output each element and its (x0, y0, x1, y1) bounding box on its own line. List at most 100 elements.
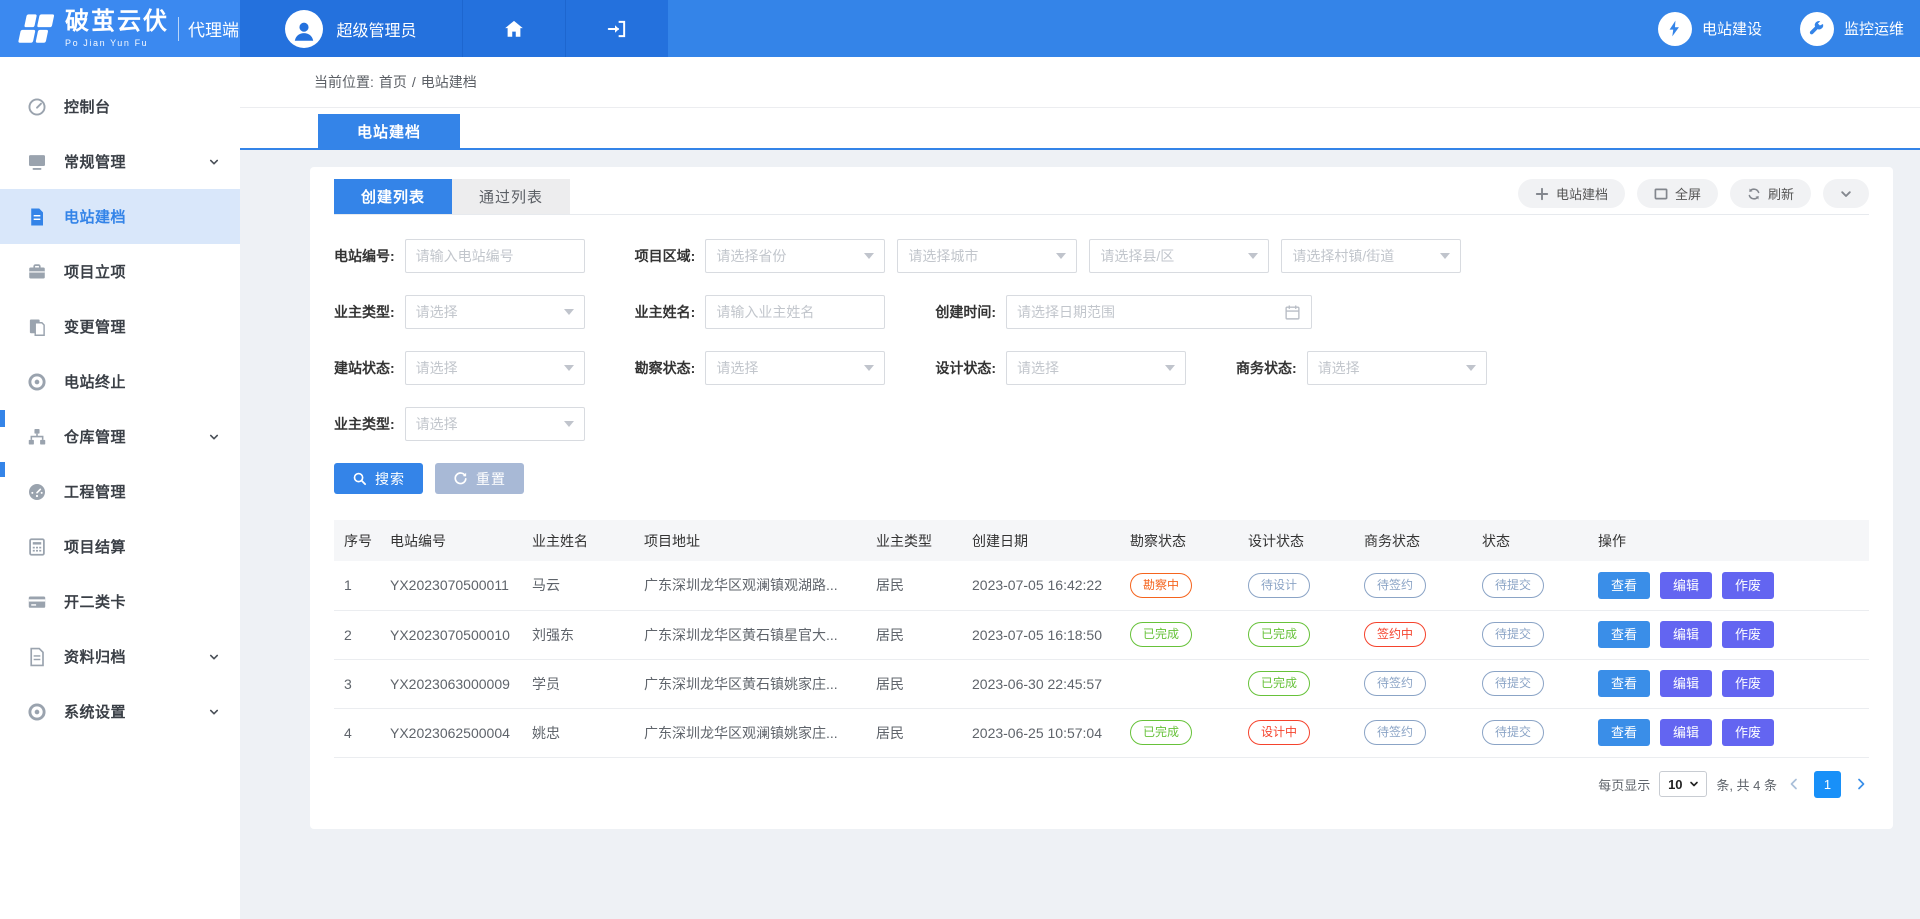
column-header: 勘察状态 (1122, 520, 1240, 561)
business-status-select[interactable]: 请选择 (1307, 351, 1487, 385)
cell-actions: 查看编辑作废 (1590, 610, 1869, 659)
breadcrumb-separator: / (412, 74, 416, 90)
sidebar-item-type2-card[interactable]: 开二类卡 (0, 574, 240, 629)
status-pill: 已完成 (1248, 622, 1310, 647)
status-pill: 待设计 (1248, 573, 1310, 598)
header-nav-label: 电站建设 (1702, 18, 1762, 39)
cell-status: 待提交 (1474, 610, 1590, 659)
page-tab-station-filing[interactable]: 电站建档 (318, 114, 460, 148)
sidebar-item-general-management[interactable]: 常规管理 (0, 134, 240, 189)
home-button[interactable] (462, 0, 565, 57)
owner-type-2-select[interactable]: 请选择 (405, 407, 585, 441)
refresh-button[interactable]: 刷新 (1730, 179, 1811, 208)
filter-group-owner-type-2: 业主类型:请选择 (334, 407, 585, 441)
region-province-select[interactable]: 请选择省份 (705, 239, 885, 273)
sidebar-scroll-indicator[interactable] (0, 462, 5, 477)
placeholder-text: 请选择 (716, 358, 856, 378)
view-button[interactable]: 查看 (1598, 719, 1650, 746)
lightning-icon (1658, 12, 1692, 46)
search-button[interactable]: 搜索 (334, 463, 423, 494)
void-button[interactable]: 作废 (1722, 719, 1774, 746)
edit-button[interactable]: 编辑 (1660, 670, 1712, 697)
view-button[interactable]: 查看 (1598, 572, 1650, 599)
status-pill: 待签约 (1364, 573, 1426, 598)
collapse-button[interactable] (1823, 179, 1869, 208)
logo-text: 破茧云伏 Po Jian Yun Fu (65, 10, 169, 48)
logout-button[interactable] (565, 0, 668, 57)
per-page-select[interactable]: 10 (1659, 771, 1707, 797)
table-row: 2YX2023070500010刘强东广东深圳龙华区黄石镇星官大...居民202… (334, 610, 1869, 659)
page-number-current[interactable]: 1 (1814, 771, 1841, 798)
sidebar-item-engineering-management[interactable]: 工程管理 (0, 464, 240, 519)
next-page-button[interactable] (1853, 776, 1869, 792)
void-button[interactable]: 作废 (1722, 670, 1774, 697)
edit-button[interactable]: 编辑 (1660, 621, 1712, 648)
region-county-select[interactable]: 请选择县/区 (1089, 239, 1269, 273)
sidebar-item-warehouse-management[interactable]: 仓库管理 (0, 409, 240, 464)
sidebar-item-console[interactable]: 控制台 (0, 79, 240, 134)
region-city-select[interactable]: 请选择城市 (897, 239, 1077, 273)
cell-survey-status: 勘察中 (1122, 561, 1240, 610)
sidebar-scroll-indicator[interactable] (0, 410, 5, 427)
chevron-down-icon (1839, 187, 1853, 201)
sidebar-item-project-settlement[interactable]: 项目结算 (0, 519, 240, 574)
void-button[interactable]: 作废 (1722, 572, 1774, 599)
reset-button[interactable]: 重置 (435, 463, 524, 494)
create-time-date-input[interactable]: 请选择日期范围 (1006, 295, 1312, 329)
calendar-icon (1284, 304, 1301, 321)
header-nav-monitoring-ops[interactable]: 监控运维 (1800, 12, 1904, 46)
fullscreen-button[interactable]: 全屏 (1637, 179, 1718, 208)
sidebar-item-system-settings[interactable]: 系统设置 (0, 684, 240, 739)
logo[interactable]: 破茧云伏 Po Jian Yun Fu 代理端 (0, 0, 240, 57)
cell-actions: 查看编辑作废 (1590, 561, 1869, 610)
prev-page-button[interactable] (1786, 776, 1802, 792)
status-pill: 待提交 (1482, 622, 1544, 647)
cell-station-no: YX2023070500010 (382, 610, 524, 659)
sidebar-item-change-management[interactable]: 变更管理 (0, 299, 240, 354)
sidebar-item-data-archiving[interactable]: 资料归档 (0, 629, 240, 684)
cell-address: 广东深圳龙华区黄石镇姚家庄... (636, 659, 868, 708)
survey-status-select[interactable]: 请选择 (705, 351, 885, 385)
placeholder-text: 请选择城市 (908, 246, 1048, 266)
breadcrumb-home[interactable]: 首页 (379, 72, 407, 92)
cell-owner-name: 马云 (524, 561, 636, 610)
caret-down-icon (864, 365, 874, 371)
status-pill: 待签约 (1364, 720, 1426, 745)
chevron-down-icon (208, 156, 220, 168)
sidebar-item-label: 项目立项 (64, 261, 220, 282)
refresh-icon (1747, 187, 1761, 201)
region-province-label: 项目区域: (635, 246, 696, 266)
owner-type-select[interactable]: 请选择 (405, 295, 585, 329)
station-list-panel: 创建列表通过列表 电站建档全屏刷新 电站编号:请输入电站编号项目区域:请选择省份… (310, 167, 1893, 829)
placeholder-text: 请选择 (416, 302, 556, 322)
tab-create-list[interactable]: 创建列表 (334, 179, 452, 214)
logo-divider (178, 17, 179, 41)
sidebar-item-station-filing[interactable]: 电站建档 (0, 189, 240, 244)
pagination: 每页显示 10 条, 共 4 条 1 (334, 771, 1869, 798)
add-station-button[interactable]: 电站建档 (1518, 179, 1625, 208)
owner-name-input[interactable]: 请输入业主姓名 (705, 295, 885, 329)
briefcase-icon (27, 262, 47, 282)
user-menu[interactable]: 超级管理员 (240, 0, 462, 57)
view-button[interactable]: 查看 (1598, 670, 1650, 697)
build-status-select[interactable]: 请选择 (405, 351, 585, 385)
station-no-input[interactable]: 请输入电站编号 (405, 239, 585, 273)
sidebar-item-label: 电站建档 (64, 206, 220, 227)
design-status-select[interactable]: 请选择 (1006, 351, 1186, 385)
sidebar-item-station-termination[interactable]: 电站终止 (0, 354, 240, 409)
sidebar-item-label: 资料归档 (64, 646, 208, 667)
edit-button[interactable]: 编辑 (1660, 572, 1712, 599)
file-icon (27, 207, 47, 227)
header-nav-station-construction[interactable]: 电站建设 (1658, 12, 1762, 46)
placeholder-text: 请选择 (416, 414, 556, 434)
tab-passed-list[interactable]: 通过列表 (452, 179, 570, 214)
status-pill: 待提交 (1482, 720, 1544, 745)
chevron-down-icon (208, 651, 220, 663)
sidebar-item-project-initiation[interactable]: 项目立项 (0, 244, 240, 299)
view-button[interactable]: 查看 (1598, 621, 1650, 648)
region-town-select[interactable]: 请选择村镇/街道 (1281, 239, 1461, 273)
cell-created-date: 2023-06-30 22:45:57 (964, 659, 1122, 708)
void-button[interactable]: 作废 (1722, 621, 1774, 648)
sidebar-item-label: 系统设置 (64, 701, 208, 722)
edit-button[interactable]: 编辑 (1660, 719, 1712, 746)
